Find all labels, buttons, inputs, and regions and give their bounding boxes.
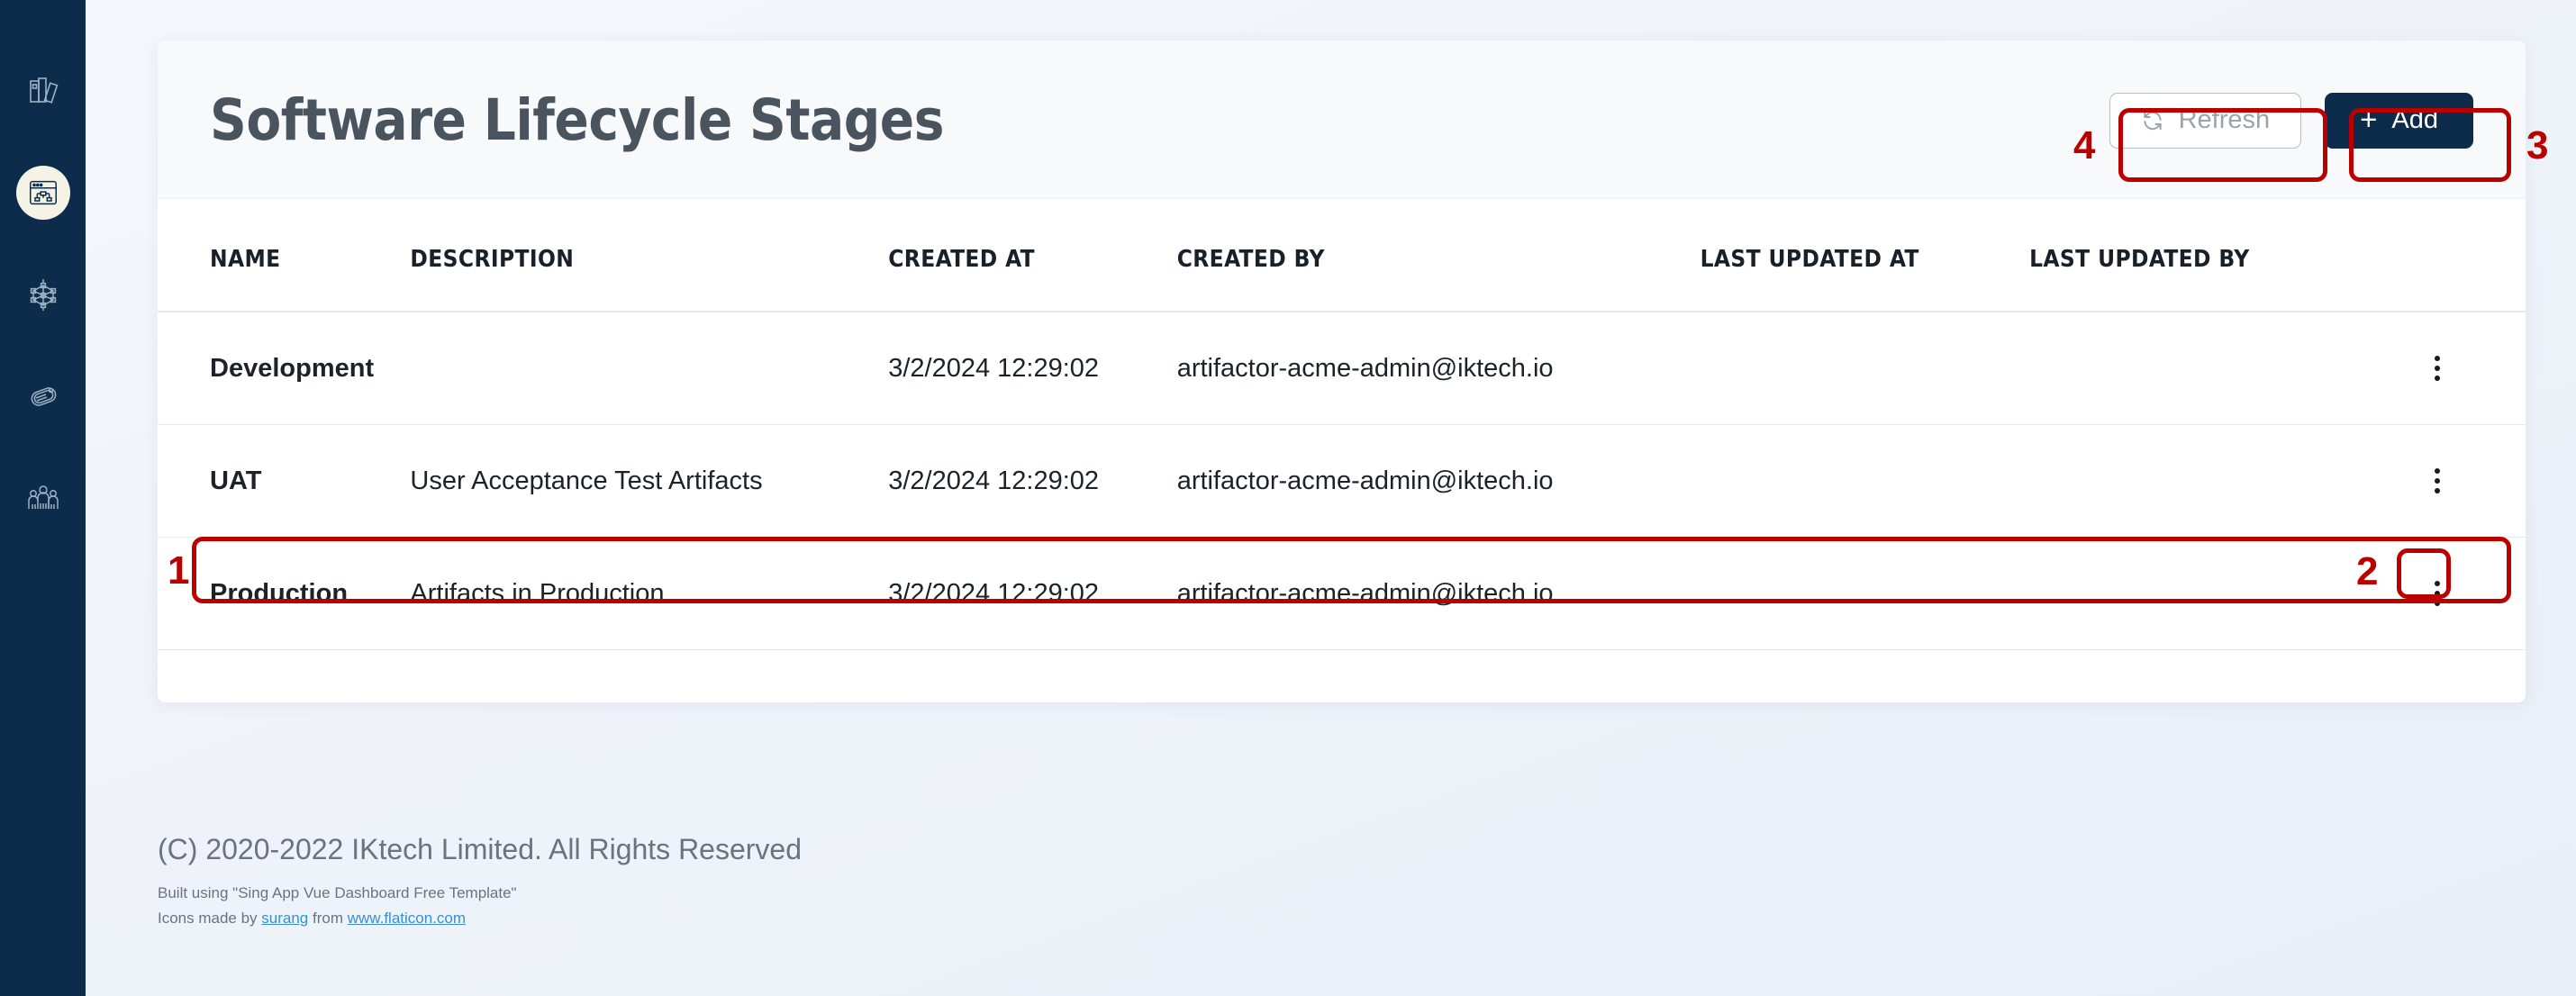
cell-created-by: artifactor-acme-admin@iktech.io: [1177, 312, 1701, 425]
add-button[interactable]: + Add: [2325, 93, 2473, 149]
cell-last-updated-at: [1701, 538, 2030, 650]
cell-last-updated-at: [1701, 312, 2030, 425]
footer-icons-credit: Icons made by surang from www.flaticon.c…: [158, 906, 802, 931]
sidebar-item-topology[interactable]: [0, 243, 86, 345]
footer-copyright: (C) 2020-2022 IKtech Limited. All Rights…: [158, 833, 802, 866]
annotation-number-4: 4: [2073, 126, 2095, 166]
annotation-number-3: 3: [2526, 126, 2548, 166]
cell-created-by: artifactor-acme-admin@iktech.io: [1177, 425, 1701, 538]
table-header-row: NAME DESCRIPTION CREATED AT CREATED BY L…: [158, 199, 2526, 312]
people-group-icon-wrap: [16, 471, 70, 525]
kebab-dot: [2435, 468, 2440, 474]
books-icon-wrap: [16, 64, 70, 118]
table-row[interactable]: Production Artifacts in Production 3/2/2…: [158, 538, 2526, 650]
plus-icon: +: [2360, 104, 2377, 134]
sidebar-item-repositories[interactable]: [0, 40, 86, 141]
stages-table-container: NAME DESCRIPTION CREATED AT CREATED BY L…: [158, 199, 2526, 702]
table-row[interactable]: Development 3/2/2024 12:29:02 artifactor…: [158, 312, 2526, 425]
app-root: Software Lifecycle Stages Refresh: [0, 0, 2576, 996]
cell-description: Artifacts in Production: [410, 538, 888, 650]
footer-author-link[interactable]: surang: [261, 910, 308, 927]
network-nodes-icon-wrap: [16, 267, 70, 321]
refresh-button[interactable]: Refresh: [2109, 93, 2302, 149]
tag-label-icon-wrap: [16, 369, 70, 423]
content-card: Software Lifecycle Stages Refresh: [158, 41, 2526, 702]
cell-description: User Acceptance Test Artifacts: [410, 425, 888, 538]
cell-actions: [2408, 425, 2526, 538]
column-header-name[interactable]: NAME: [158, 199, 410, 312]
cell-created-by: artifactor-acme-admin@iktech.io: [1177, 538, 1701, 650]
browser-workflow-icon-wrap: [16, 166, 70, 220]
cell-description: [410, 312, 888, 425]
card-header: Software Lifecycle Stages Refresh: [158, 41, 2526, 199]
sidebar-item-users[interactable]: [0, 447, 86, 548]
kebab-menu-icon[interactable]: [2414, 457, 2461, 504]
header-actions: Refresh + Add: [2109, 93, 2473, 149]
kebab-dot: [2435, 356, 2440, 361]
kebab-dot: [2435, 366, 2440, 371]
kebab-dot: [2435, 591, 2440, 596]
cell-actions: [2408, 538, 2526, 650]
cell-last-updated-by: [2029, 312, 2408, 425]
page-title: Software Lifecycle Stages: [210, 87, 944, 153]
cell-created-at: 3/2/2024 12:29:02: [888, 425, 1176, 538]
footer-flaticon-link[interactable]: www.flaticon.com: [348, 910, 466, 927]
cell-name: UAT: [158, 425, 410, 538]
add-button-label: Add: [2391, 105, 2438, 135]
cell-name: Production: [158, 538, 410, 650]
column-header-created-at[interactable]: CREATED AT: [888, 199, 1176, 312]
main-content: Software Lifecycle Stages Refresh: [86, 0, 2576, 996]
sidebar-item-artifacts[interactable]: [0, 345, 86, 447]
stages-table: NAME DESCRIPTION CREATED AT CREATED BY L…: [158, 199, 2526, 650]
annotation-number-2: 2: [2356, 552, 2378, 592]
cell-created-at: 3/2/2024 12:29:02: [888, 538, 1176, 650]
kebab-dot: [2435, 478, 2440, 484]
kebab-dot: [2435, 488, 2440, 493]
tag-label-icon: [25, 378, 61, 414]
footer-credits: Built using "Sing App Vue Dashboard Free…: [158, 881, 802, 931]
kebab-dot: [2435, 376, 2440, 381]
sidebar-item-lifecycle-stages[interactable]: [0, 141, 86, 243]
footer-icons-middle: from: [308, 910, 347, 927]
table-head: NAME DESCRIPTION CREATED AT CREATED BY L…: [158, 199, 2526, 312]
cell-last-updated-by: [2029, 425, 2408, 538]
cell-last-updated-at: [1701, 425, 2030, 538]
sidebar: [0, 0, 86, 996]
table-row[interactable]: UAT User Acceptance Test Artifacts 3/2/2…: [158, 425, 2526, 538]
column-header-last-updated-by[interactable]: LAST UPDATED BY: [2029, 199, 2408, 312]
cell-last-updated-by: [2029, 538, 2408, 650]
cell-name: Development: [158, 312, 410, 425]
kebab-menu-icon[interactable]: [2414, 570, 2461, 617]
kebab-dot: [2435, 581, 2440, 586]
refresh-icon: [2141, 109, 2164, 132]
network-nodes-icon: [25, 276, 61, 312]
footer-built-using: Built using "Sing App Vue Dashboard Free…: [158, 881, 802, 906]
column-header-created-by[interactable]: CREATED BY: [1177, 199, 1701, 312]
kebab-menu-icon[interactable]: [2414, 345, 2461, 392]
refresh-button-label: Refresh: [2179, 105, 2271, 135]
column-header-last-updated-at[interactable]: LAST UPDATED AT: [1701, 199, 2030, 312]
column-header-description[interactable]: DESCRIPTION: [410, 199, 888, 312]
cell-actions: [2408, 312, 2526, 425]
people-group-icon: [25, 480, 61, 516]
annotation-number-1: 1: [168, 551, 189, 591]
column-header-actions: [2408, 199, 2526, 312]
kebab-dot: [2435, 601, 2440, 606]
books-icon: [25, 73, 61, 109]
browser-workflow-icon: [26, 176, 60, 210]
cell-created-at: 3/2/2024 12:29:02: [888, 312, 1176, 425]
footer-icons-prefix: Icons made by: [158, 910, 261, 927]
footer: (C) 2020-2022 IKtech Limited. All Rights…: [158, 833, 802, 931]
table-body: Development 3/2/2024 12:29:02 artifactor…: [158, 312, 2526, 650]
